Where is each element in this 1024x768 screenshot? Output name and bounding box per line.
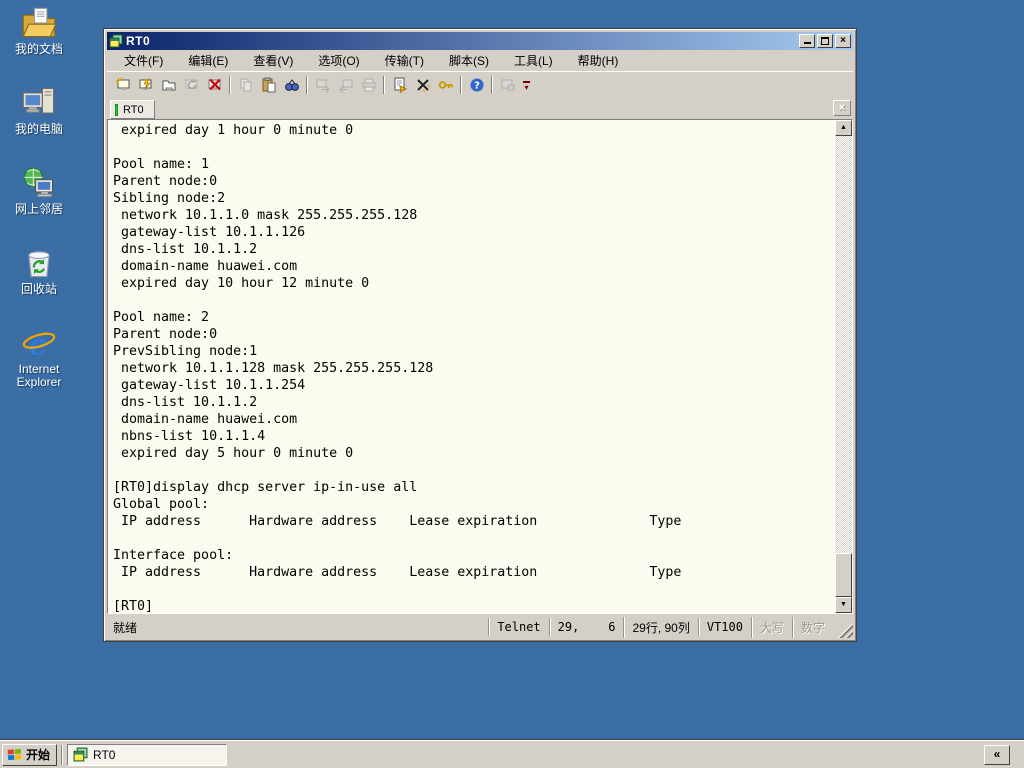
status-cursor-position: 29, 6 <box>548 618 624 636</box>
window-title: RT0 <box>126 34 151 48</box>
capture-icon[interactable] <box>496 74 519 96</box>
menu-help[interactable]: 帮助(H) <box>569 50 628 71</box>
key-icon[interactable] <box>434 74 457 96</box>
status-bar: 就绪 Telnet 29, 6 29行, 90列 VT100 大写 数字 <box>107 616 853 638</box>
collapse-tray-button[interactable]: « <box>984 745 1010 765</box>
internet-explorer-icon: e <box>22 327 56 360</box>
desktop-icon-internet-explorer[interactable]: e Internet Explorer <box>2 326 76 389</box>
print-icon[interactable] <box>357 74 380 96</box>
toolbar-separator <box>306 76 308 94</box>
maximize-button[interactable] <box>817 34 833 48</box>
minimize-button[interactable] <box>799 34 815 48</box>
svg-text:?: ? <box>474 81 480 92</box>
menu-tools[interactable]: 工具(L) <box>505 50 562 71</box>
start-label: 开始 <box>26 748 51 762</box>
toolbar: ? ▾ <box>107 71 853 98</box>
securecrt-window: RT0 × 文件(F) 编辑(E) 查看(V) 选项(O) 传输(T) 脚本(S… <box>103 28 857 642</box>
app-icon <box>73 747 88 762</box>
terminal-output: expired day 1 hour 0 minute 0 Pool name:… <box>113 123 682 613</box>
desktop-icon-label: 我的电脑 <box>14 122 63 136</box>
session-options-icon[interactable] <box>411 74 434 96</box>
quick-connect-icon[interactable] <box>111 74 134 96</box>
menu-view[interactable]: 查看(V) <box>244 50 302 71</box>
status-terminal-size: 29行, 90列 <box>623 616 697 638</box>
desktop-icon-label: 网上邻居 <box>14 202 63 216</box>
app-icon <box>109 34 123 48</box>
desktop-icon-network-places[interactable]: 网上邻居 <box>2 166 76 216</box>
close-button[interactable]: × <box>835 34 851 48</box>
toolbar-overflow-icon[interactable]: ▾ <box>520 75 533 95</box>
network-places-icon <box>23 167 54 198</box>
send-file-icon[interactable] <box>311 74 334 96</box>
connected-indicator <box>115 103 118 116</box>
desktop-icon-my-documents[interactable]: 我的文档 <box>2 6 76 56</box>
recycle-bin-icon <box>28 251 50 278</box>
my-computer-icon <box>22 87 55 114</box>
window-titlebar[interactable]: RT0 × <box>107 32 853 50</box>
taskbar: 开始 RT0 « <box>0 740 1024 768</box>
task-label: RT0 <box>93 747 116 762</box>
tab-bar: RT0 × <box>107 98 853 119</box>
paste-icon[interactable] <box>257 74 280 96</box>
menu-file[interactable]: 文件(F) <box>115 50 172 71</box>
terminal-area[interactable]: expired day 1 hour 0 minute 0 Pool name:… <box>107 119 853 614</box>
desktop-icon-label: 回收站 <box>20 282 57 296</box>
menu-script[interactable]: 脚本(S) <box>440 50 498 71</box>
status-num-lock: 数字 <box>791 616 833 638</box>
find-icon[interactable] <box>280 74 303 96</box>
task-button-rt0[interactable]: RT0 <box>67 743 228 766</box>
help-icon[interactable]: ? <box>465 74 488 96</box>
toolbar-separator <box>229 76 231 94</box>
windows-logo-icon <box>7 748 22 761</box>
taskbar-separator <box>61 744 64 765</box>
toolbar-separator <box>460 76 462 94</box>
properties-icon[interactable] <box>388 74 411 96</box>
menu-edit[interactable]: 编辑(E) <box>179 50 237 71</box>
tab-close-icon[interactable]: × <box>833 100 851 116</box>
tab-rt0[interactable]: RT0 <box>110 100 155 119</box>
status-ready: 就绪 <box>113 620 138 635</box>
connect-icon[interactable] <box>134 74 157 96</box>
reconnect-icon[interactable] <box>180 74 203 96</box>
my-documents-icon <box>22 7 57 38</box>
scrollbar-thumb[interactable] <box>835 553 852 597</box>
copy-icon[interactable] <box>234 74 257 96</box>
status-emulation: VT100 <box>697 618 751 636</box>
desktop-icon-recycle-bin[interactable]: 回收站 <box>2 246 76 296</box>
menu-options[interactable]: 选项(O) <box>309 50 368 71</box>
start-button[interactable]: 开始 <box>2 743 58 766</box>
status-protocol: Telnet <box>488 618 548 636</box>
sessions-icon[interactable] <box>157 74 180 96</box>
scrollbar-track[interactable] <box>835 136 852 597</box>
toolbar-separator <box>383 76 385 94</box>
vertical-scrollbar[interactable]: ▲ ▼ <box>835 120 852 613</box>
disconnect-icon[interactable] <box>203 74 226 96</box>
status-caps-lock: 大写 <box>750 616 792 638</box>
toolbar-separator <box>491 76 493 94</box>
tab-label: RT0 <box>123 103 144 116</box>
receive-file-icon[interactable] <box>334 74 357 96</box>
desktop-icon-my-computer[interactable]: 我的电脑 <box>2 86 76 136</box>
scroll-up-icon[interactable]: ▲ <box>835 120 852 136</box>
resize-grip[interactable] <box>837 622 853 638</box>
desktop-icon-label: 我的文档 <box>14 42 63 56</box>
menu-bar: 文件(F) 编辑(E) 查看(V) 选项(O) 传输(T) 脚本(S) 工具(L… <box>107 50 853 71</box>
desktop-icon-label: Internet Explorer <box>16 362 62 389</box>
menu-transfer[interactable]: 传输(T) <box>376 50 433 71</box>
scroll-down-icon[interactable]: ▼ <box>835 597 852 613</box>
